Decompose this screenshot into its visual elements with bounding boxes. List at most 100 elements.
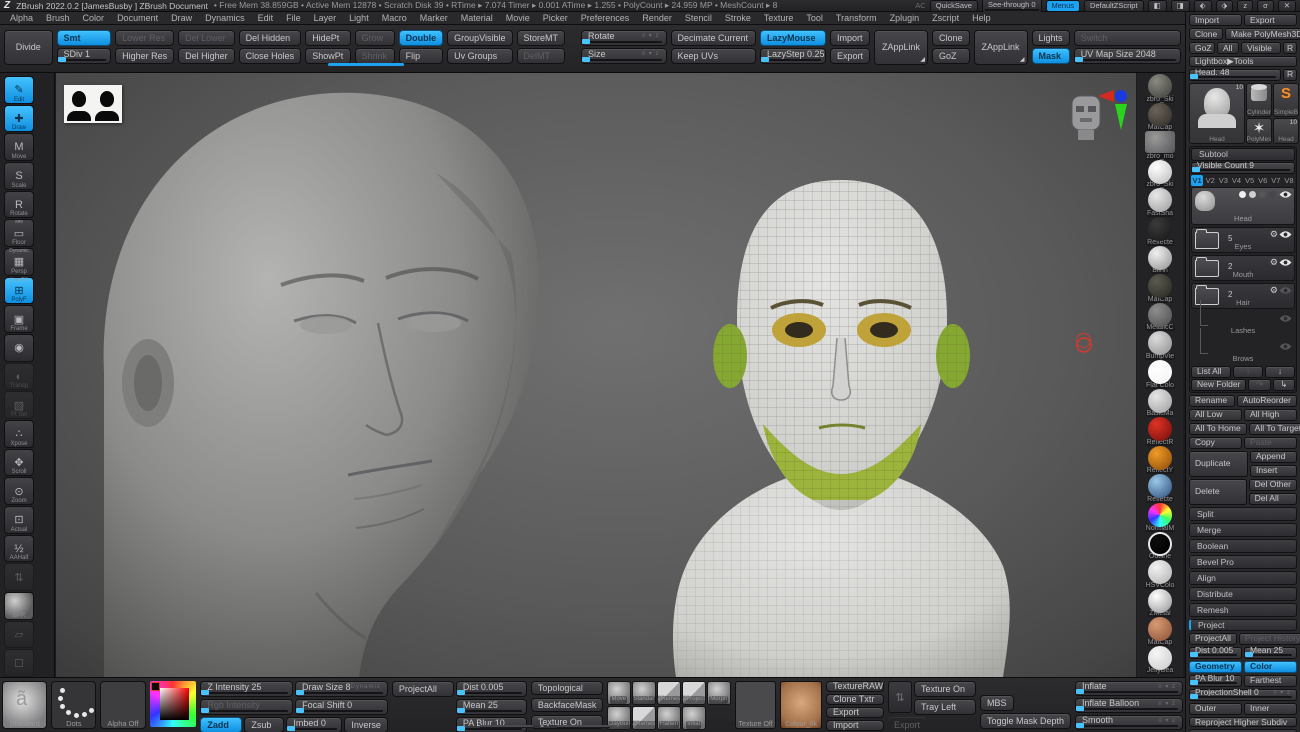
palette-section-header[interactable]: Bevel Pro <box>1189 555 1297 569</box>
material-item[interactable]: MatCap <box>1139 617 1181 646</box>
append-button[interactable]: Append <box>1250 451 1297 463</box>
material-item[interactable]: BasicMa <box>1139 389 1181 418</box>
cylinder-tool-thumb[interactable]: Cylinder <box>1246 83 1272 117</box>
material-item[interactable]: Reflecte <box>1139 474 1181 503</box>
showpt-button[interactable]: ShowPt <box>305 48 350 64</box>
tray-tool-button[interactable]: ≡▾≡ ▭ Floor <box>4 219 34 247</box>
palette-left-icon[interactable]: ◧ <box>1148 0 1167 12</box>
del-lower-button[interactable]: Del Lower <box>178 30 235 46</box>
goz-button[interactable]: GoZ <box>932 48 970 64</box>
hand-left-icon[interactable]: ⬖ <box>1194 0 1212 12</box>
menu-item[interactable]: Edit <box>258 13 274 23</box>
subtool-view-tab[interactable]: V1 <box>1191 175 1203 186</box>
active-tool-thumb[interactable]: 10 Head <box>1189 83 1245 144</box>
quick-brush-icon[interactable]: Flatten <box>657 706 681 730</box>
tray-tool-button[interactable]: ◉ <box>4 334 34 362</box>
inflate-balloon-slider[interactable]: Inflate Balloon≡ ▾ z <box>1075 698 1183 713</box>
outer-button[interactable]: Outer <box>1189 703 1242 715</box>
tray-tool-button[interactable]: ▧ Pt Sel <box>4 391 34 419</box>
uvgroups-button[interactable]: Uv Groups <box>447 48 512 64</box>
toggle-mask-depth-button[interactable]: Toggle Mask Depth <box>980 713 1071 729</box>
pa-blur-slider[interactable]: PA Blur 10 <box>1189 675 1242 687</box>
menu-item[interactable]: Zscript <box>932 13 959 23</box>
subtool-row[interactable]: ⚙ Brows <box>1191 339 1295 365</box>
material-item[interactable]: zbro_mo <box>1139 131 1181 160</box>
duplicate-button[interactable]: Duplicate <box>1189 451 1248 477</box>
menu-item[interactable]: Stroke <box>725 13 751 23</box>
menu-item[interactable]: Color <box>83 13 105 23</box>
gear-icon[interactable]: ⚙ <box>1270 257 1278 268</box>
tray-tool-button[interactable]: R Rotate <box>4 191 34 219</box>
lights-button[interactable]: Lights <box>1032 30 1070 46</box>
material-item[interactable]: Blinn <box>1139 246 1181 275</box>
tray-tool-button[interactable]: BPR <box>4 592 34 620</box>
textureraw-button[interactable]: TextureRAW <box>826 681 884 692</box>
delete-button[interactable]: Delete <box>1189 479 1247 505</box>
branch-arrow-icon[interactable]: ↳ <box>1273 379 1295 391</box>
tool-export-button[interactable]: Export <box>1244 14 1297 26</box>
palette-section-header[interactable]: Boolean <box>1189 539 1297 553</box>
palette-section-header[interactable]: Align <box>1189 571 1297 585</box>
tray-tool-button[interactable]: ∴ Xpose <box>4 420 34 448</box>
dist-shelf-slider[interactable]: Dist 0.005 <box>456 681 527 697</box>
visibility-eye-icon[interactable] <box>1279 258 1292 267</box>
geometry-toggle[interactable]: Geometry <box>1189 661 1242 673</box>
tray-tool-button[interactable]: ▱ <box>4 621 34 649</box>
menu-item[interactable]: Tool <box>806 13 823 23</box>
subtool-view-tab[interactable]: V6 <box>1257 175 1269 186</box>
visibility-eye-icon[interactable] <box>1279 230 1292 239</box>
inflate-slider[interactable]: Inflate≡ ▾ z <box>1075 681 1183 696</box>
keep-uvs-button[interactable]: Keep UVs <box>671 48 756 64</box>
color-picker[interactable] <box>150 681 197 727</box>
quick-brush-icon[interactable]: Move <box>607 681 631 705</box>
material-item[interactable]: ReflectR <box>1139 417 1181 446</box>
goz-r-button[interactable]: R <box>1283 42 1297 54</box>
menu-item[interactable]: Document <box>117 13 158 23</box>
subtool-view-tab[interactable]: V3 <box>1217 175 1229 186</box>
quick-brush-icon[interactable]: ZProject <box>682 681 706 705</box>
menus-toggle[interactable]: Menus <box>1046 0 1081 12</box>
material-item[interactable]: BumpVie <box>1139 331 1181 360</box>
tray-tool-button[interactable]: Dynamic ▦ Persp <box>4 248 34 276</box>
visibility-eye-icon[interactable] <box>1279 342 1292 351</box>
material-item[interactable]: JellyBea <box>1139 646 1181 675</box>
rename-button[interactable]: Rename <box>1189 395 1235 407</box>
saturation-square[interactable] <box>160 688 190 720</box>
tray-tool-button[interactable]: ½ AAHalf <box>4 535 34 563</box>
quick-brush-icon[interactable]: Morph <box>707 681 731 705</box>
subtool-view-tab[interactable]: V5 <box>1244 175 1256 186</box>
material-item[interactable]: HSVColo <box>1139 560 1181 589</box>
subtool-view-tab[interactable]: V4 <box>1230 175 1242 186</box>
palette-section-header[interactable]: Split <box>1189 507 1297 521</box>
gear-icon[interactable]: ⚙ <box>1270 285 1278 296</box>
menu-item[interactable]: Draw <box>171 13 192 23</box>
active-tool-slider[interactable]: Head. 48 <box>1189 69 1281 81</box>
clone-button[interactable]: Clone <box>932 30 970 46</box>
farthest-button[interactable]: Farthest <box>1244 675 1297 687</box>
subtool-row[interactable]: 2 ⚙ Mouth <box>1191 255 1295 281</box>
switch-button[interactable]: Switch <box>1074 30 1181 46</box>
menu-item[interactable]: Help <box>972 13 991 23</box>
export-button[interactable]: Export <box>830 48 870 64</box>
project-history-button[interactable]: Project History <box>1239 633 1300 645</box>
uv-map-size-slider[interactable]: UV Map Size 2048 <box>1074 48 1181 64</box>
copy-button[interactable]: Copy <box>1189 437 1242 449</box>
stroke-type-thumb[interactable]: Dots <box>51 681 96 729</box>
lower-res-button[interactable]: Lower Res <box>115 30 174 46</box>
material-item[interactable]: MetalicC <box>1139 303 1181 332</box>
menu-item[interactable]: Stencil <box>685 13 712 23</box>
subtool-view-tab[interactable]: V8 <box>1283 175 1295 186</box>
rotate-slider[interactable]: Rotate≡ ▾ z <box>581 30 666 46</box>
size-slider[interactable]: Size≡ ▾ z <box>581 48 666 64</box>
focal-shift-slider[interactable]: Focal Shift 0 <box>295 699 388 715</box>
material-item[interactable]: Outline <box>1139 532 1181 561</box>
material-item[interactable]: Reflecte <box>1139 217 1181 246</box>
new-folder-button[interactable]: New Folder <box>1191 379 1246 391</box>
inverse-button[interactable]: Inverse <box>344 717 388 732</box>
zapplink-button-2[interactable]: ZAppLink ◢ <box>974 30 1028 65</box>
quicksave-button[interactable]: QuickSave <box>930 0 978 12</box>
tool-r-button[interactable]: R <box>1283 69 1297 81</box>
menu-item[interactable]: Alpha <box>10 13 33 23</box>
sigma-icon[interactable]: σ <box>1257 0 1274 12</box>
transfer-icon[interactable]: ⇅ <box>888 681 912 713</box>
